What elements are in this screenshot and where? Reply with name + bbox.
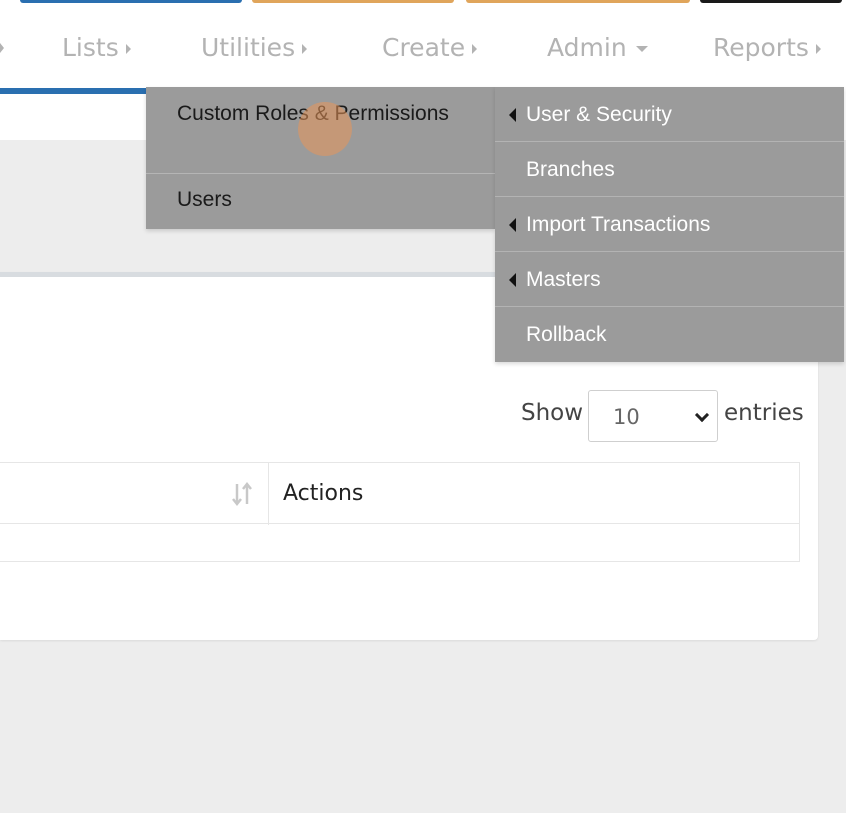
- table-header-row: Actions: [0, 462, 800, 525]
- caret-right-icon: [815, 44, 821, 54]
- nav-item-utilities[interactable]: Utilities: [201, 30, 308, 66]
- menu-divider: [146, 173, 495, 174]
- nav-item-label: Create: [382, 33, 466, 62]
- nav-item-label: Lists: [62, 33, 119, 62]
- module-tab-black[interactable]: [700, 0, 842, 3]
- sort-icon[interactable]: [230, 481, 254, 507]
- main-navigation: Lists Utilities Create Admin Reports: [0, 0, 860, 94]
- menu-item-label: Rollback: [526, 323, 607, 346]
- admin-dropdown-menu: User & Security Branches Import Transact…: [495, 87, 844, 362]
- nav-item-label: Reports: [713, 33, 809, 62]
- caret-left-icon: [509, 108, 516, 122]
- module-tab-orange-2[interactable]: [466, 0, 690, 3]
- click-indicator: [298, 102, 352, 156]
- caret-right-icon: [0, 43, 4, 53]
- caret-down-icon: [635, 46, 648, 52]
- data-table: Actions: [0, 462, 800, 562]
- window-edge: [846, 0, 860, 813]
- column-header-actions[interactable]: Actions: [283, 481, 363, 506]
- menu-item-masters[interactable]: Masters: [495, 252, 844, 307]
- menu-item-label: Masters: [526, 268, 601, 291]
- nav-item-label: Utilities: [201, 33, 296, 62]
- menu-item-branches[interactable]: Branches: [495, 142, 844, 197]
- caret-right-icon: [472, 44, 478, 54]
- caret-right-icon: [125, 44, 131, 54]
- active-tab-indicator: [0, 88, 152, 94]
- module-tab-blue[interactable]: [20, 0, 242, 3]
- entries-label: entries: [724, 400, 804, 426]
- menu-item-label: Import Transactions: [526, 213, 711, 236]
- menu-item-label: User & Security: [526, 103, 672, 126]
- menu-item-rollback[interactable]: Rollback: [495, 307, 844, 362]
- module-tab-orange[interactable]: [252, 0, 454, 3]
- page-size-value: 10: [613, 405, 640, 429]
- caret-left-icon: [509, 273, 516, 287]
- nav-item-create[interactable]: Create: [382, 30, 478, 66]
- caret-right-icon: [302, 44, 308, 54]
- table-row: [0, 524, 800, 562]
- chevron-down-icon: [694, 407, 710, 423]
- nav-item-reports[interactable]: Reports: [713, 30, 821, 66]
- nav-item-label: Admin: [547, 33, 627, 62]
- menu-item-label: Branches: [526, 158, 615, 181]
- menu-item-import-transactions[interactable]: Import Transactions: [495, 197, 844, 252]
- app-window: Show 10 entries Actions Lists Utilities …: [0, 0, 860, 813]
- column-divider: [268, 463, 269, 525]
- show-label: Show: [521, 400, 584, 426]
- caret-left-icon: [509, 218, 516, 232]
- menu-item-user-security[interactable]: User & Security: [495, 87, 844, 142]
- menu-item-label: Users: [177, 188, 232, 211]
- nav-item-lists[interactable]: Lists: [62, 30, 131, 66]
- menu-item-users[interactable]: Users: [146, 183, 495, 216]
- page-size-select[interactable]: 10: [588, 390, 718, 442]
- nav-item-admin[interactable]: Admin: [547, 30, 648, 66]
